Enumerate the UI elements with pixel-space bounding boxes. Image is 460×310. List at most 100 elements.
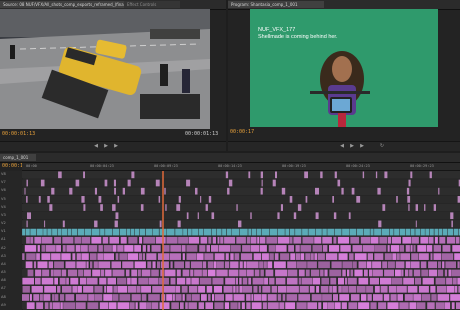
track-label[interactable]: V1 [1, 229, 6, 233]
timeline-clip[interactable] [98, 196, 102, 203]
timeline-clip[interactable] [321, 277, 330, 285]
timeline-clip[interactable] [72, 253, 76, 260]
timeline-clip[interactable] [456, 302, 460, 309]
track-row[interactable] [22, 203, 460, 212]
timeline-clip[interactable] [362, 245, 375, 252]
timeline-clip[interactable] [287, 261, 297, 269]
track-label[interactable]: A4 [1, 262, 6, 266]
timeline-clip[interactable] [267, 294, 277, 301]
timeline-clip[interactable] [200, 196, 202, 203]
timeline-clip[interactable] [54, 236, 62, 244]
timeline-clip[interactable] [435, 302, 445, 309]
play-icon[interactable]: ▶ [102, 143, 110, 150]
timeline-clip[interactable] [147, 245, 150, 252]
timeline-clip[interactable] [256, 228, 262, 236]
timeline-clip[interactable] [352, 261, 357, 269]
timeline-clip[interactable] [450, 294, 460, 301]
timeline-clip[interactable] [383, 294, 390, 301]
timeline-clip[interactable] [361, 294, 367, 301]
step-forward-icon[interactable]: ▶ [358, 143, 366, 150]
timeline-clip[interactable] [411, 253, 419, 260]
timeline-clip[interactable] [40, 294, 43, 301]
timeline-clip[interactable] [293, 212, 297, 220]
timeline-tracks[interactable] [22, 171, 460, 310]
timeline-clip[interactable] [120, 236, 127, 244]
timeline-clip[interactable] [378, 220, 382, 228]
timeline-clip[interactable] [374, 228, 381, 236]
timeline-clip[interactable] [139, 228, 146, 236]
timeline-clip[interactable] [143, 236, 156, 244]
timeline-clip[interactable] [259, 261, 263, 269]
timeline-clip[interactable] [315, 187, 319, 195]
timeline-clip[interactable] [267, 302, 279, 309]
timeline-clip[interactable] [148, 277, 159, 285]
timeline-clip[interactable] [377, 187, 381, 195]
timeline-clip[interactable] [418, 285, 429, 293]
timeline-clip[interactable] [414, 277, 422, 285]
timeline-clip[interactable] [22, 294, 29, 301]
timeline-clip[interactable] [274, 253, 279, 260]
timeline-clip[interactable] [434, 236, 438, 244]
timeline-clip[interactable] [367, 253, 373, 260]
timeline-clip[interactable] [91, 228, 100, 236]
timeline-clip[interactable] [48, 261, 54, 269]
timeline-clip[interactable] [35, 277, 41, 285]
step-forward-icon[interactable]: ▶ [112, 143, 120, 150]
timeline-clip[interactable] [47, 196, 50, 203]
timeline-clip[interactable] [205, 302, 213, 309]
timeline-clip[interactable] [246, 261, 259, 269]
timeline-clip[interactable] [124, 245, 134, 252]
track-label[interactable]: A9 [1, 303, 6, 307]
timeline-clip[interactable] [174, 261, 184, 269]
timeline-clip[interactable] [425, 228, 430, 236]
timeline-clip[interactable] [26, 253, 36, 260]
timeline-clip[interactable] [320, 269, 324, 277]
timeline-clip[interactable] [58, 228, 62, 236]
timeline-clip[interactable] [439, 236, 446, 244]
timeline-clip[interactable] [178, 196, 181, 203]
timeline-clip[interactable] [131, 277, 137, 285]
timeline-clip[interactable] [311, 294, 322, 301]
step-back-icon[interactable]: ◀ [92, 143, 100, 150]
timeline-clip[interactable] [262, 285, 271, 293]
timeline-clip[interactable] [99, 302, 109, 309]
timeline-clip[interactable] [447, 228, 454, 236]
timeline-clip[interactable] [427, 302, 435, 309]
timeline-clip[interactable] [211, 245, 219, 252]
timeline-clip[interactable] [390, 228, 394, 236]
timeline-clip[interactable] [76, 294, 88, 301]
timeline-clip[interactable] [302, 228, 308, 236]
timeline-clip[interactable] [438, 228, 443, 236]
timeline-clip[interactable] [415, 204, 418, 211]
timeline-clip[interactable] [358, 261, 367, 269]
timeline-clip[interactable] [190, 261, 203, 269]
timeline-clip[interactable] [350, 236, 360, 244]
timeline-clip[interactable] [395, 269, 401, 277]
timeline-clip[interactable] [182, 294, 185, 301]
timeline-clip[interactable] [350, 269, 354, 277]
timeline-clip[interactable] [435, 277, 446, 285]
timeline-clip[interactable] [26, 179, 28, 187]
timeline-clip[interactable] [329, 285, 333, 293]
timeline-clip[interactable] [54, 294, 59, 301]
timeline-clip[interactable] [275, 269, 287, 277]
timeline-clip[interactable] [51, 187, 55, 195]
timeline-clip[interactable] [451, 302, 455, 309]
timeline-clip[interactable] [212, 277, 224, 285]
tab-effect-controls[interactable]: Effect Controls [124, 1, 180, 8]
timeline-clip[interactable] [61, 228, 68, 236]
timeline-clip[interactable] [186, 253, 197, 260]
timeline-clip[interactable] [452, 245, 460, 252]
timeline-clip[interactable] [160, 261, 169, 269]
timeline-clip[interactable] [364, 269, 368, 277]
timeline-clip[interactable] [66, 245, 75, 252]
timeline-clip[interactable] [117, 245, 124, 252]
timeline-clip[interactable] [409, 302, 417, 309]
timeline-clip[interactable] [388, 285, 397, 293]
timeline-clip[interactable] [112, 204, 116, 211]
timeline-clip[interactable] [334, 171, 337, 179]
timeline-clip[interactable] [187, 228, 192, 236]
timeline-clip[interactable] [390, 245, 400, 252]
timeline-clip[interactable] [112, 245, 117, 252]
timeline-clip[interactable] [62, 236, 74, 244]
